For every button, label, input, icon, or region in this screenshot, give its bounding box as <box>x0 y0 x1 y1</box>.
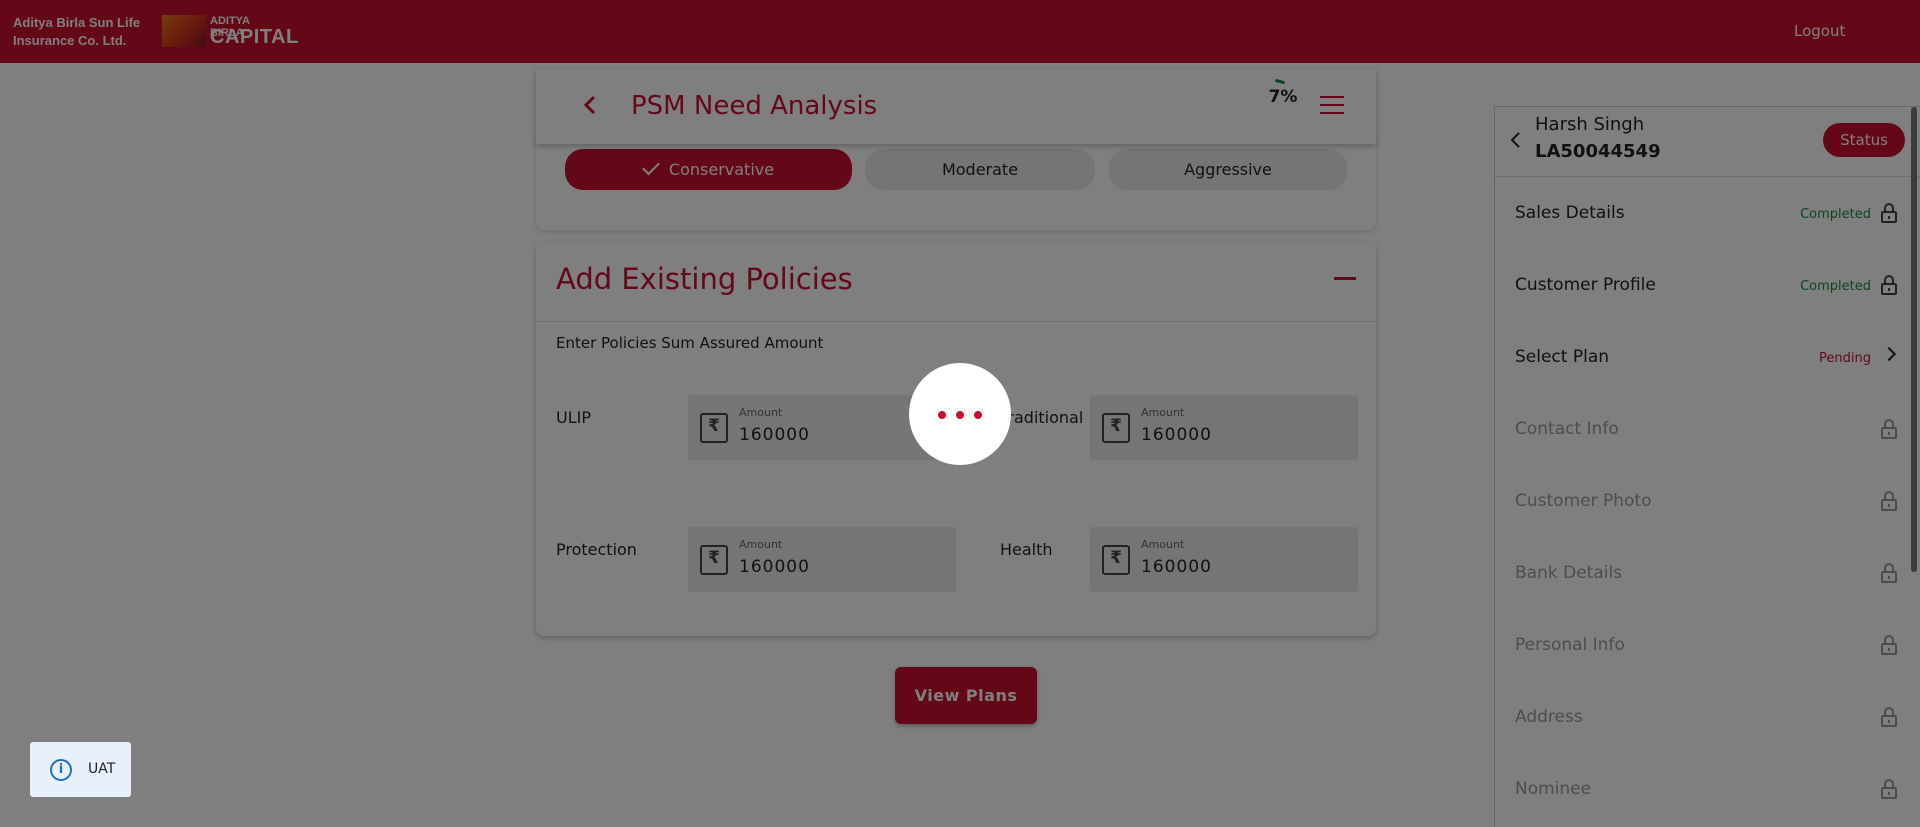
loader-dot <box>938 411 946 419</box>
info-icon: i <box>50 759 72 781</box>
environment-label: UAT <box>88 761 116 777</box>
loader-dot <box>974 411 982 419</box>
environment-badge: i UAT <box>30 742 131 797</box>
loader-dot <box>956 411 964 419</box>
loading-dots-icon <box>909 363 1011 465</box>
